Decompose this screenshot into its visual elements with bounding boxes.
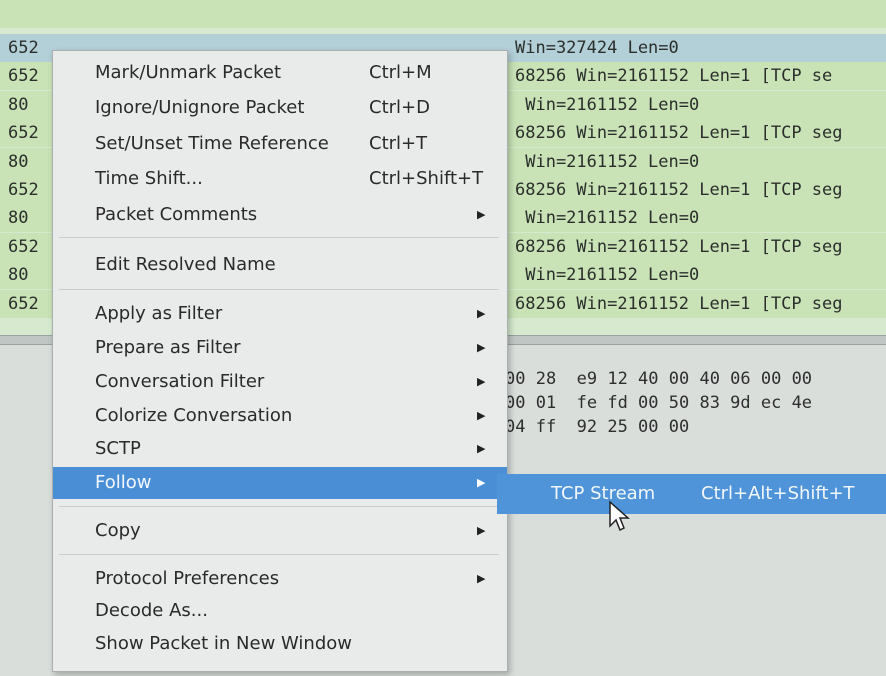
hex-line: 00 01 fe fd 00 50 83 9d ec 4e (505, 393, 813, 413)
menu-item-mark-unmark-packet[interactable]: Mark/Unmark Packet Ctrl+M (53, 57, 507, 89)
packet-number: 80 (8, 151, 29, 172)
packet-info: 68256 Win=2161152 Len=1 [TCP seg (515, 293, 843, 314)
menu-item-copy[interactable]: Copy ▶ (53, 515, 507, 547)
menu-item-label: Decode As... (95, 600, 208, 621)
packet-info: Win=327424 Len=0 (515, 38, 679, 58)
menu-item-time-shift[interactable]: Time Shift... Ctrl+Shift+T (53, 163, 507, 195)
menu-item-follow[interactable]: Follow ▶ (53, 467, 507, 499)
packet-info: 68256 Win=2161152 Len=1 [TCP seg (515, 123, 843, 144)
menu-item-shortcut: Ctrl+M (369, 62, 432, 83)
packet-number: 652 (8, 38, 39, 58)
menu-item-shortcut: Ctrl+D (369, 97, 430, 118)
submenu-arrow-icon: ▶ (477, 307, 486, 320)
menu-item-label: Show Packet in New Window (95, 633, 352, 654)
menu-item-label: Follow (95, 472, 152, 493)
hex-line: 00 28 e9 12 40 00 40 06 00 00 (505, 369, 813, 389)
submenu-arrow-icon: ▶ (477, 476, 486, 489)
packet-info: 68256 Win=2161152 Len=1 [TCP seg (515, 236, 843, 257)
menu-item-set-unset-time-reference[interactable]: Set/Unset Time Reference Ctrl+T (53, 128, 507, 160)
packet-number: 80 (8, 208, 29, 229)
packet-number: 80 (8, 94, 29, 115)
menu-item-packet-comments[interactable]: Packet Comments ▶ (53, 199, 507, 231)
menu-item-protocol-preferences[interactable]: Protocol Preferences ▶ (53, 563, 507, 595)
menu-item-shortcut: Ctrl+T (369, 133, 428, 154)
packet-info: Win=2161152 Len=0 (515, 208, 700, 229)
submenu-arrow-icon: ▶ (477, 524, 486, 537)
menu-separator (59, 554, 499, 555)
packet-info: Win=2161152 Len=0 (515, 151, 700, 172)
packet-info: 68256 Win=2161152 Len=1 [TCP seg (515, 180, 843, 200)
menu-item-label: Colorize Conversation (95, 405, 293, 426)
menu-item-label: Mark/Unmark Packet (95, 62, 282, 83)
menu-item-label: Packet Comments (95, 204, 258, 225)
submenu-arrow-icon: ▶ (477, 208, 486, 221)
menu-item-label: SCTP (95, 438, 141, 459)
packet-number: 652 (8, 66, 39, 87)
packet-row-syn-ack[interactable]: 80 → 65277 [SYN, ACK] Seq=3220368255 Ack… (0, 0, 886, 52)
submenu-arrow-icon: ▶ (477, 375, 486, 388)
menu-item-prepare-as-filter[interactable]: Prepare as Filter ▶ (53, 332, 507, 364)
packet-info: Win=2161152 Len=0 (515, 94, 700, 115)
menu-item-label: Ignore/Unignore Packet (95, 97, 305, 118)
menu-item-apply-as-filter[interactable]: Apply as Filter ▶ (53, 298, 507, 330)
follow-submenu-tcp-stream[interactable]: TCP Stream Ctrl+Alt+Shift+T (497, 474, 886, 514)
menu-item-label: Protocol Preferences (95, 568, 280, 589)
menu-item-label: Prepare as Filter (95, 337, 241, 358)
menu-item-show-packet-in-new-window[interactable]: Show Packet in New Window (53, 628, 507, 660)
packet-number: 652 (8, 180, 39, 200)
menu-item-shortcut: Ctrl+Shift+T (369, 168, 484, 189)
submenu-item-label: TCP Stream (551, 483, 656, 504)
menu-separator (59, 237, 499, 238)
packet-info: Win=2161152 Len=0 (515, 265, 700, 286)
packet-number: 652 (8, 123, 39, 144)
packet-number: 80 (8, 265, 29, 286)
packet-number: 652 (8, 236, 39, 257)
submenu-arrow-icon: ▶ (477, 442, 486, 455)
menu-separator (59, 289, 499, 290)
packet-context-menu: Mark/Unmark Packet Ctrl+M Ignore/Unignor… (52, 50, 508, 672)
menu-item-conversation-filter[interactable]: Conversation Filter ▶ (53, 366, 507, 398)
menu-item-label: Copy (95, 520, 141, 541)
menu-item-colorize-conversation[interactable]: Colorize Conversation ▶ (53, 400, 507, 432)
packet-info: 68256 Win=2161152 Len=1 [TCP se (515, 66, 833, 87)
submenu-arrow-icon: ▶ (477, 341, 486, 354)
mouse-pointer-icon (609, 500, 630, 532)
menu-item-label: Conversation Filter (95, 371, 265, 392)
menu-item-label: Time Shift... (95, 168, 203, 189)
menu-item-ignore-unignore-packet[interactable]: Ignore/Unignore Packet Ctrl+D (53, 92, 507, 124)
submenu-item-shortcut: Ctrl+Alt+Shift+T (701, 483, 855, 504)
menu-item-label: Edit Resolved Name (95, 254, 276, 275)
menu-item-decode-as[interactable]: Decode As... (53, 595, 507, 627)
packet-number: 652 (8, 293, 39, 314)
submenu-arrow-icon: ▶ (477, 572, 486, 585)
menu-item-sctp[interactable]: SCTP ▶ (53, 433, 507, 465)
menu-separator (59, 506, 499, 507)
hex-line: 04 ff 92 25 00 00 (505, 417, 690, 437)
menu-item-edit-resolved-name[interactable]: Edit Resolved Name (53, 249, 507, 281)
menu-item-label: Apply as Filter (95, 303, 223, 324)
menu-item-label: Set/Unset Time Reference (95, 133, 329, 154)
submenu-arrow-icon: ▶ (477, 409, 486, 422)
